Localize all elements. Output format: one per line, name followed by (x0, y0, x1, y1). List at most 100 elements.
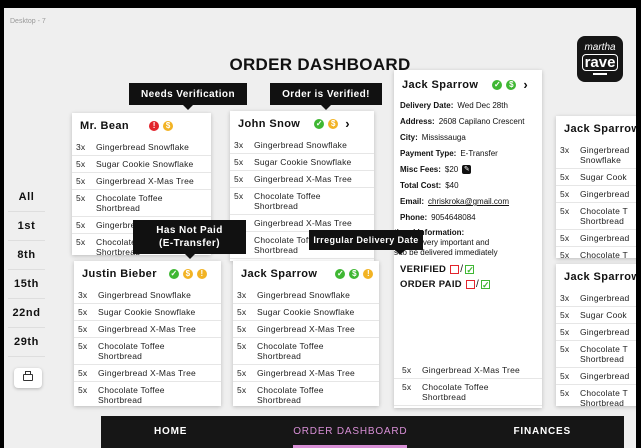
order-item: 5xChocolate Toffee Shortbread (74, 382, 221, 406)
nav-finances[interactable]: FINANCES (513, 416, 571, 448)
order-item: 3x Gingerbread (556, 290, 636, 307)
card-header: Mr. Bean ! $ (72, 113, 211, 139)
verified-check-icon: ✓ (335, 269, 346, 279)
nav-order-dashboard[interactable]: ORDER DASHBOARD (293, 416, 408, 448)
paid-dollar-icon: $ (349, 269, 360, 279)
order-item: 5xGingerbread X-Mas Tree (74, 321, 221, 338)
brand-logo[interactable]: martha rave (577, 36, 623, 82)
order-item: 5xGingerbread X-Mas Tree (74, 365, 221, 382)
tooltip-not-paid-line1: Has Not Paid (156, 225, 223, 236)
print-button[interactable] (14, 368, 42, 388)
day-filter-15th[interactable]: 15th (8, 270, 45, 299)
verified-check-icon: ✓ (314, 119, 325, 129)
order-item: 5x Sugar Cook (556, 169, 636, 186)
order-card-sparrow-right-bottom[interactable]: Jack Sparrow 3x Gingerbread 5x Sugar Cook … (556, 264, 636, 406)
order-item: 5x Sugar Cookie Snowflake (72, 156, 211, 173)
detail-items: 5x Gingerbread X-Mas Tree 5x Chocolate Tof… (394, 362, 542, 406)
order-card-sparrow[interactable]: Jack Sparrow ✓ $ ! 3x Gingerbread Snowfla… (233, 261, 379, 406)
dashboard-frame: Desktop - 7 ORDER DASHBOARD martha rave … (4, 8, 636, 448)
order-item: 5xChocolate Toffee Shortbread (72, 190, 211, 217)
paid-yes-checkbox[interactable]: ✓ (481, 279, 491, 289)
order-item: 5xChocolate Toffee Shortbread (394, 379, 542, 406)
order-item: 5xChocolate Toffee Shortbread (74, 338, 221, 365)
order-item: 5x Gingerbread (556, 186, 636, 203)
order-item: 3x Gingerbread Snowflake (74, 287, 221, 304)
edit-icon[interactable]: ✎ (462, 165, 472, 175)
detail-total-cost: Total Cost: $40 (400, 181, 459, 190)
alert-icon: ! (149, 121, 160, 131)
verified-check-icon: ✓ (168, 269, 179, 279)
detail-phone: Phone: 9054648084 (400, 213, 476, 222)
email-link[interactable]: chriskroka@gmail.com (428, 197, 509, 206)
day-filter-list: All 1st 8th 15th 22nd 29th (8, 183, 45, 357)
customer-name: John Snow (238, 118, 301, 130)
card-header: Jack Sparrow (556, 116, 636, 142)
card-header: Jack Sparrow (556, 264, 636, 290)
order-item: 5x Sugar Cookie Snowflake (233, 304, 379, 321)
bottom-nav: HOME ORDER DASHBOARD FINANCES (101, 416, 624, 448)
detail-address: Address: 2608 Capilano Crescent (400, 117, 525, 126)
order-item: 3x Gingerbread Snowflake (230, 137, 374, 154)
order-item: 5xGingerbread X-Mas Tree (233, 321, 379, 338)
order-item: 5x Sugar Cook (556, 307, 636, 324)
order-item: 3x Gingerbread Snowflake (72, 139, 211, 156)
tooltip-needs-verification: Needs Verification (129, 83, 247, 110)
paid-label: ORDER PAID (400, 278, 462, 290)
logo-line1: martha (584, 42, 616, 53)
paid-dollar-icon: $ (506, 80, 517, 90)
order-item: 5xChocolate T Shortbread (556, 247, 636, 258)
order-details: Delivery Date: Wed Dec 28th Address: 2608 … (394, 100, 542, 290)
customer-name: Jack Sparrow (402, 79, 479, 91)
customer-name: Justin Bieber (82, 268, 157, 280)
unpaid-dollar-icon: $ (182, 269, 193, 279)
verified-no-checkbox[interactable] (450, 264, 460, 274)
tooltip-irregular-delivery: Irregular Delivery Date (309, 230, 423, 255)
order-item: 5xGingerbread X-Mas Tree (394, 362, 542, 379)
tooltip-not-paid: Has Not Paid (E-Transfer) (133, 220, 246, 259)
detail-city: City: Mississauga (400, 133, 466, 142)
order-item: 5xChocolate Toffee Shortbread (233, 382, 379, 406)
customer-name: Jack Sparrow (241, 268, 318, 280)
order-item: 5xGingerbread X-Mas Tree (230, 171, 374, 188)
card-header: Justin Bieber ✓ $ ! (74, 261, 221, 287)
customer-name: Jack Sparrow (564, 271, 636, 283)
order-item: 3x Gingerbread Snowflake (233, 287, 379, 304)
verified-yes-checkbox[interactable]: ✓ (465, 264, 475, 274)
day-filter-22nd[interactable]: 22nd (8, 299, 45, 328)
verified-toggle-row: VERIFIED / ✓ (400, 263, 475, 275)
unpaid-dollar-icon: $ (163, 121, 174, 131)
order-item: 5xGingerbread X-Mas Tree (72, 173, 211, 190)
paid-no-checkbox[interactable] (465, 279, 475, 289)
day-filter-8th[interactable]: 8th (8, 241, 45, 270)
order-item: 5xGingerbread X-Mas Tree (233, 365, 379, 382)
card-header: John Snow ✓ $ › (230, 111, 374, 137)
chevron-right-icon[interactable]: › (345, 117, 349, 130)
detail-payment-type: Payment Type: E-Transfer (400, 149, 498, 158)
order-item: 5xChocolate T Shortbread (556, 203, 636, 230)
tooltip-order-verified: Order is Verified! (270, 83, 382, 110)
order-item: 5xChocolate T Shortbread (556, 385, 636, 406)
order-item: 5xChocolate Toffee Shortbread (233, 338, 379, 365)
order-card-bieber[interactable]: Justin Bieber ✓ $ ! 3x Gingerbread Snowfl… (74, 261, 221, 406)
day-filter-1st[interactable]: 1st (8, 212, 45, 241)
detail-misc-fees: Misc Fees: $20 ✎ (400, 165, 472, 175)
detail-delivery-date: Delivery Date: Wed Dec 28th (400, 101, 508, 110)
order-item: 3x Gingerbread Snowflake (556, 142, 636, 169)
order-item: 5xChocolate T Shortbread (556, 341, 636, 368)
order-item: 5x Gingerbread (556, 324, 636, 341)
chevron-right-icon[interactable]: › (523, 78, 527, 91)
tooltip-not-paid-line2: (E-Transfer) (159, 238, 220, 249)
verified-check-icon: ✓ (492, 80, 503, 90)
verified-label: VERIFIED (400, 263, 447, 275)
day-filter-29th[interactable]: 29th (8, 328, 45, 357)
nav-home[interactable]: HOME (154, 416, 187, 448)
card-header: Jack Sparrow ✓ $ › (394, 70, 542, 100)
order-item: 5xChocolate Toffee Shortbread (230, 188, 374, 215)
order-card-sparrow-right-top[interactable]: Jack Sparrow 3x Gingerbread Snowflake 5x S… (556, 116, 636, 258)
order-item: 5x Sugar Cookie Snowflake (230, 154, 374, 171)
calendar-flag-icon: ! (196, 269, 207, 279)
order-item: 5x Gingerbread (556, 368, 636, 385)
detail-email: Email: chriskroka@gmail.com (400, 197, 510, 206)
day-filter-all[interactable]: All (8, 183, 45, 212)
printer-icon-body (23, 374, 33, 381)
